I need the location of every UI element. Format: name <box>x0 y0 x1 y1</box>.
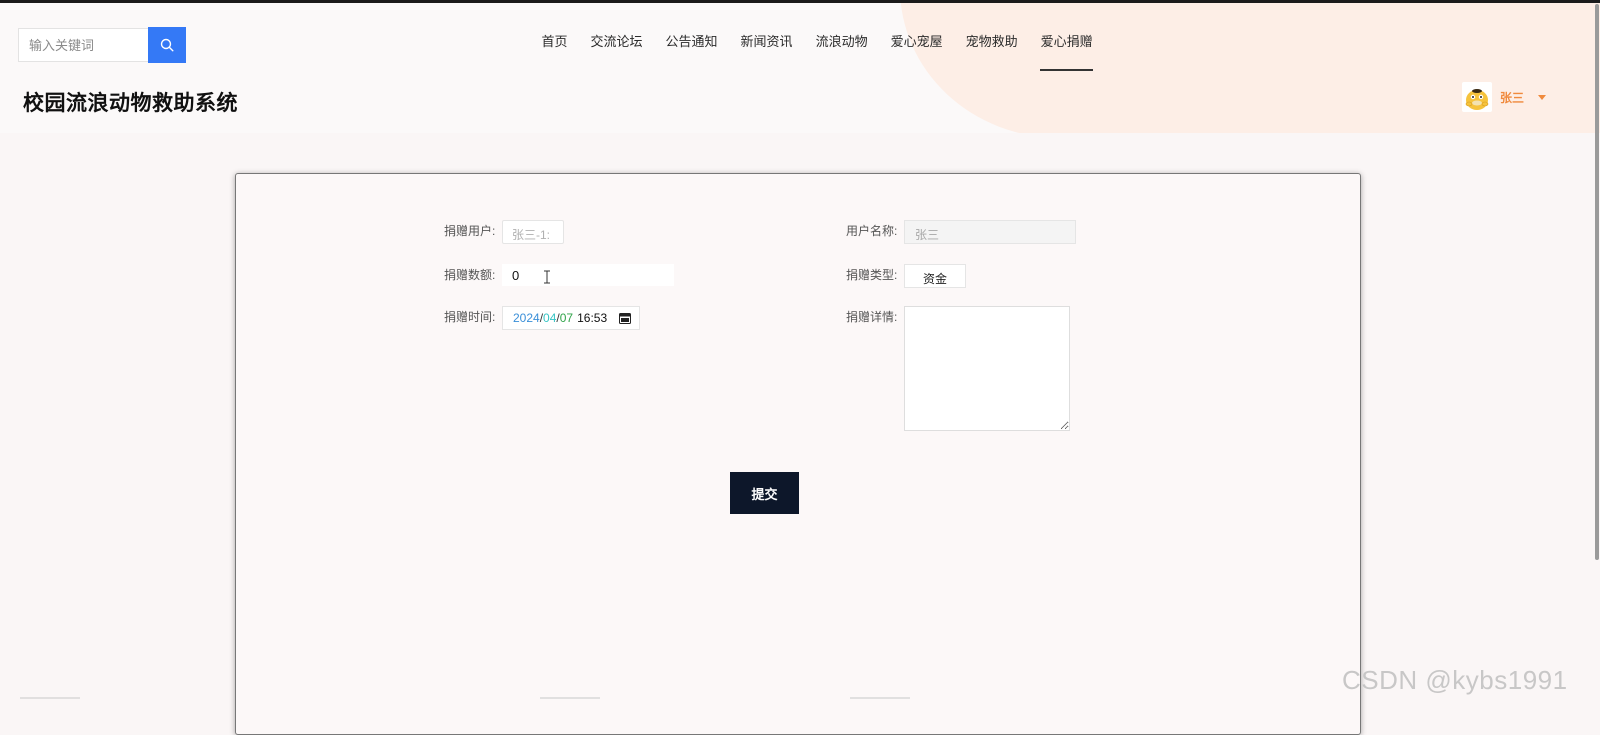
donation-form-card: 捐赠用户: 张三-1: 捐赠数额: 捐赠时间: 2024/04/07 16:53… <box>235 173 1361 735</box>
search-input[interactable] <box>18 28 148 62</box>
page-title: 校园流浪动物救助系统 <box>23 92 238 115</box>
nav-item-pet-rescue[interactable]: 宠物救助 <box>954 31 1029 71</box>
caret-down-icon[interactable] <box>1538 94 1547 100</box>
scrollbar-thumb[interactable] <box>1595 4 1599 560</box>
amount-label: 捐赠数额: <box>444 268 496 282</box>
username-label: 用户名称: <box>846 224 898 238</box>
time-label: 捐赠时间: <box>444 310 496 324</box>
amount-input[interactable] <box>502 264 674 286</box>
scrollbar[interactable] <box>1594 0 1600 709</box>
nav-item-donation[interactable]: 爱心捐赠 <box>1029 31 1104 71</box>
detail-textarea[interactable] <box>904 306 1070 431</box>
text-cursor-icon <box>544 270 550 284</box>
submit-button[interactable]: 提交 <box>730 472 799 514</box>
user-name[interactable]: 张三 <box>1500 89 1524 106</box>
donor-user-label: 捐赠用户: <box>444 224 496 238</box>
time-year: 2024 <box>513 311 540 325</box>
search-button[interactable] <box>148 27 186 63</box>
nav-item-news[interactable]: 新闻资讯 <box>729 31 804 71</box>
calendar-button[interactable] <box>619 312 632 324</box>
nav-item-forum[interactable]: 交流论坛 <box>579 31 654 71</box>
main-nav: 首页 交流论坛 公告通知 新闻资讯 流浪动物 爱心宠屋 宠物救助 爱心捐赠 <box>530 31 1104 71</box>
nav-item-pet-house[interactable]: 爱心宠屋 <box>879 31 954 71</box>
duck-avatar-icon <box>1465 89 1489 110</box>
search-icon <box>160 38 174 52</box>
avatar[interactable] <box>1462 82 1492 112</box>
donor-user-field: 张三-1: <box>502 220 564 244</box>
user-menu[interactable]: 张三 <box>1462 82 1547 112</box>
nav-item-home[interactable]: 首页 <box>530 31 579 71</box>
site-header: 首页 交流论坛 公告通知 新闻资讯 流浪动物 爱心宠屋 宠物救助 爱心捐赠 校园… <box>0 3 1600 133</box>
type-label: 捐赠类型: <box>846 268 898 282</box>
time-month: 04 <box>543 311 557 325</box>
time-clock: 16:53 <box>577 311 608 325</box>
watermark: CSDN @kybs1991 <box>1342 665 1568 695</box>
detail-label: 捐赠详情: <box>846 310 898 324</box>
donation-type-select[interactable]: 资金 <box>904 264 966 288</box>
time-day: 07 <box>559 311 574 325</box>
nav-item-notices[interactable]: 公告通知 <box>654 31 729 71</box>
nav-item-stray-animals[interactable]: 流浪动物 <box>804 31 879 71</box>
username-field: 张三 <box>904 220 1076 244</box>
calendar-icon <box>619 313 632 324</box>
search-box <box>18 27 186 64</box>
time-input[interactable]: 2024/04/07 16:53 <box>502 306 640 330</box>
